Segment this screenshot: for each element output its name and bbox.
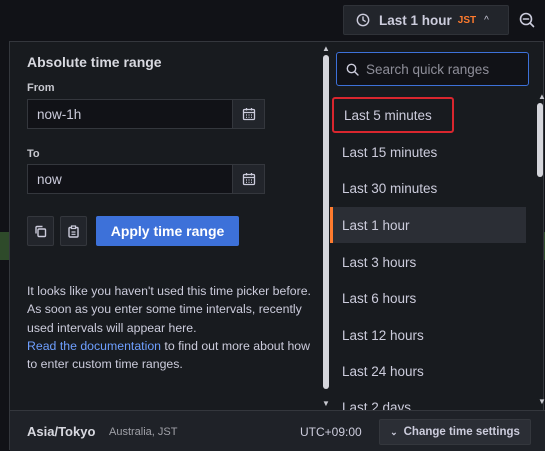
background-panel-edge [0,232,9,260]
info-message: It looks like you haven't used this time… [27,284,311,335]
scrollbar-thumb[interactable] [537,103,543,177]
change-time-settings-label: Change time settings [403,426,520,438]
from-calendar-button[interactable] [233,99,265,129]
zoom-out-icon [519,12,534,28]
from-input[interactable]: now-1h [27,99,233,129]
search-icon [346,63,359,76]
quick-range-last-30-minutes[interactable]: Last 30 minutes [330,170,526,206]
timezone-name: Asia/Tokyo [27,424,96,439]
time-range-label: Last 1 hour [379,12,452,28]
scroll-down-arrow-icon[interactable]: ▼ [322,400,330,408]
quick-range-last-6-hours[interactable]: Last 6 hours [330,280,526,316]
utc-offset: UTC+09:00 [300,425,362,439]
top-toolbar: Last 1 hour JST ^ [0,0,545,41]
left-scrollbar[interactable]: ▲ ▼ [320,42,330,411]
chevron-up-icon: ^ [484,14,489,26]
quick-range-last-1-hour[interactable]: Last 1 hour [330,207,526,243]
recent-ranges-empty-message: It looks like you haven't used this time… [27,282,312,373]
scroll-down-arrow-icon[interactable]: ▼ [538,398,545,406]
quick-range-last-2-days[interactable]: Last 2 days [330,390,526,410]
search-quick-ranges-input[interactable]: Search quick ranges [336,52,529,86]
quick-range-last-24-hours[interactable]: Last 24 hours [330,353,526,389]
clipboard-icon [68,224,79,238]
quick-ranges-scrollbar[interactable]: ▲ ▼ [535,90,545,410]
scrollbar-thumb[interactable] [323,55,329,389]
absolute-range-title: Absolute time range [27,54,162,70]
calendar-icon [242,173,255,186]
to-input[interactable]: now [27,164,233,194]
timezone-detail: Australia, JST [109,426,178,438]
scroll-up-arrow-icon[interactable]: ▲ [538,93,545,101]
copy-icon [35,225,47,237]
quick-range-last-12-hours[interactable]: Last 12 hours [330,317,526,353]
zoom-out-button[interactable] [511,5,542,35]
quick-range-last-5-minutes[interactable]: Last 5 minutes [332,97,454,133]
change-time-settings-button[interactable]: ⌄ Change time settings [379,419,531,445]
to-calendar-button[interactable] [233,164,265,194]
apply-time-range-button[interactable]: Apply time range [96,216,239,246]
chevron-down-icon: ⌄ [390,426,398,437]
absolute-time-range-section: Absolute time range From now-1h To now A… [10,42,324,410]
to-label: To [27,148,40,160]
timezone-footer: Asia/Tokyo Australia, JST UTC+09:00 ⌄ Ch… [10,410,545,451]
quick-range-last-3-hours[interactable]: Last 3 hours [330,244,526,280]
calendar-icon [242,108,255,121]
timezone-badge: JST [457,14,477,26]
quick-ranges-section: Search quick ranges Last 5 minutes Last … [330,42,545,410]
from-label: From [27,82,55,94]
search-placeholder: Search quick ranges [366,61,490,77]
paste-time-range-button[interactable] [60,216,87,246]
clock-icon [356,13,370,27]
time-picker-dropdown: Absolute time range From now-1h To now A… [9,41,545,451]
documentation-link[interactable]: Read the documentation [27,339,161,353]
time-range-picker-button[interactable]: Last 1 hour JST ^ [343,5,509,35]
to-row: now [27,164,265,194]
from-row: now-1h [27,99,265,129]
scroll-up-arrow-icon[interactable]: ▲ [322,45,330,53]
copy-time-range-button[interactable] [27,216,54,246]
quick-range-last-15-minutes[interactable]: Last 15 minutes [330,134,526,170]
